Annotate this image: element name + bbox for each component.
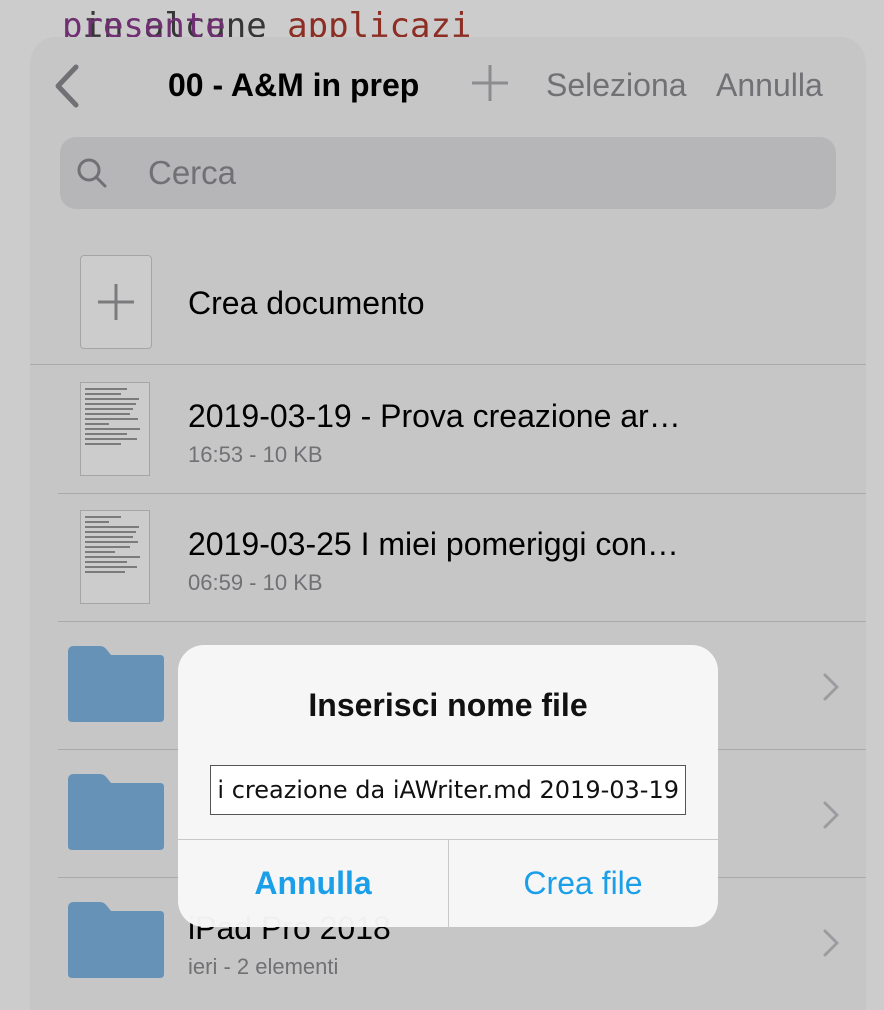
filename-dialog: Inserisci nome file Annulla Crea file xyxy=(178,645,718,927)
create-file-button[interactable]: Crea file xyxy=(448,840,718,927)
filename-input[interactable] xyxy=(210,765,686,815)
dialog-cancel-button[interactable]: Annulla xyxy=(178,840,448,927)
dialog-title: Inserisci nome file xyxy=(308,687,588,723)
